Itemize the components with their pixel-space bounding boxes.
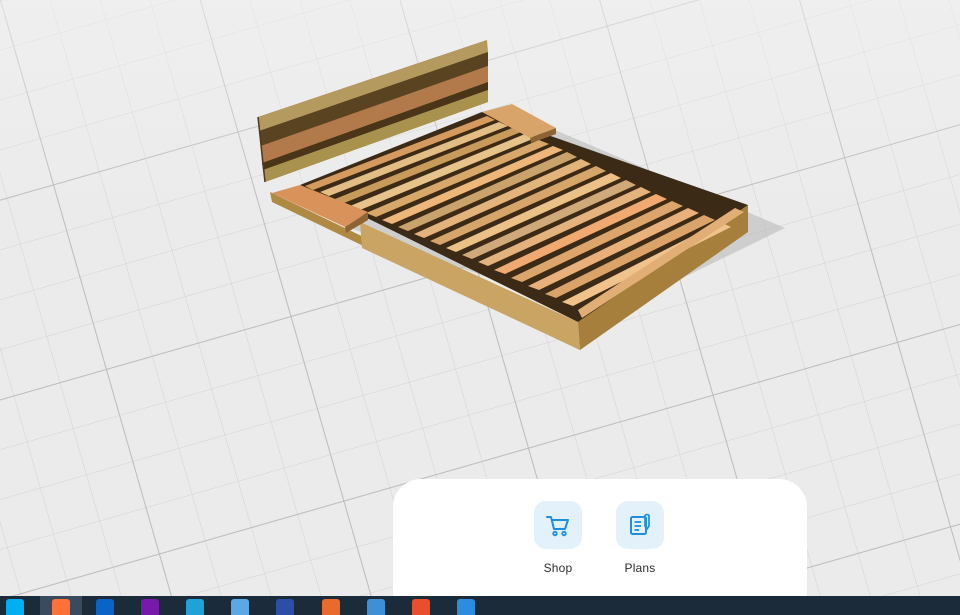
plans-label: Plans [624, 561, 656, 575]
shopping-cart-icon [546, 516, 569, 537]
shop-icon-tile [534, 501, 582, 549]
plans-button[interactable]: Plans [605, 501, 675, 575]
shop-label: Shop [543, 561, 573, 575]
plans-icon-tile [616, 501, 664, 549]
taskbar [0, 596, 960, 615]
onenote-icon[interactable] [141, 599, 159, 615]
outlook-icon[interactable] [96, 599, 114, 615]
notepad-icon[interactable] [231, 599, 249, 615]
snagit-icon[interactable] [412, 599, 430, 615]
skype-icon[interactable] [6, 599, 24, 615]
snagit-editor-icon[interactable] [457, 599, 475, 615]
word-app-icon[interactable] [276, 599, 294, 615]
shop-button[interactable]: Shop [523, 501, 593, 575]
edge-icon[interactable] [186, 599, 204, 615]
firefox-icon[interactable] [52, 599, 70, 615]
plans-document-icon [630, 513, 650, 535]
media-player-icon[interactable] [322, 599, 340, 615]
action-panel: Shop Plans [393, 479, 807, 609]
photos-icon[interactable] [367, 599, 385, 615]
